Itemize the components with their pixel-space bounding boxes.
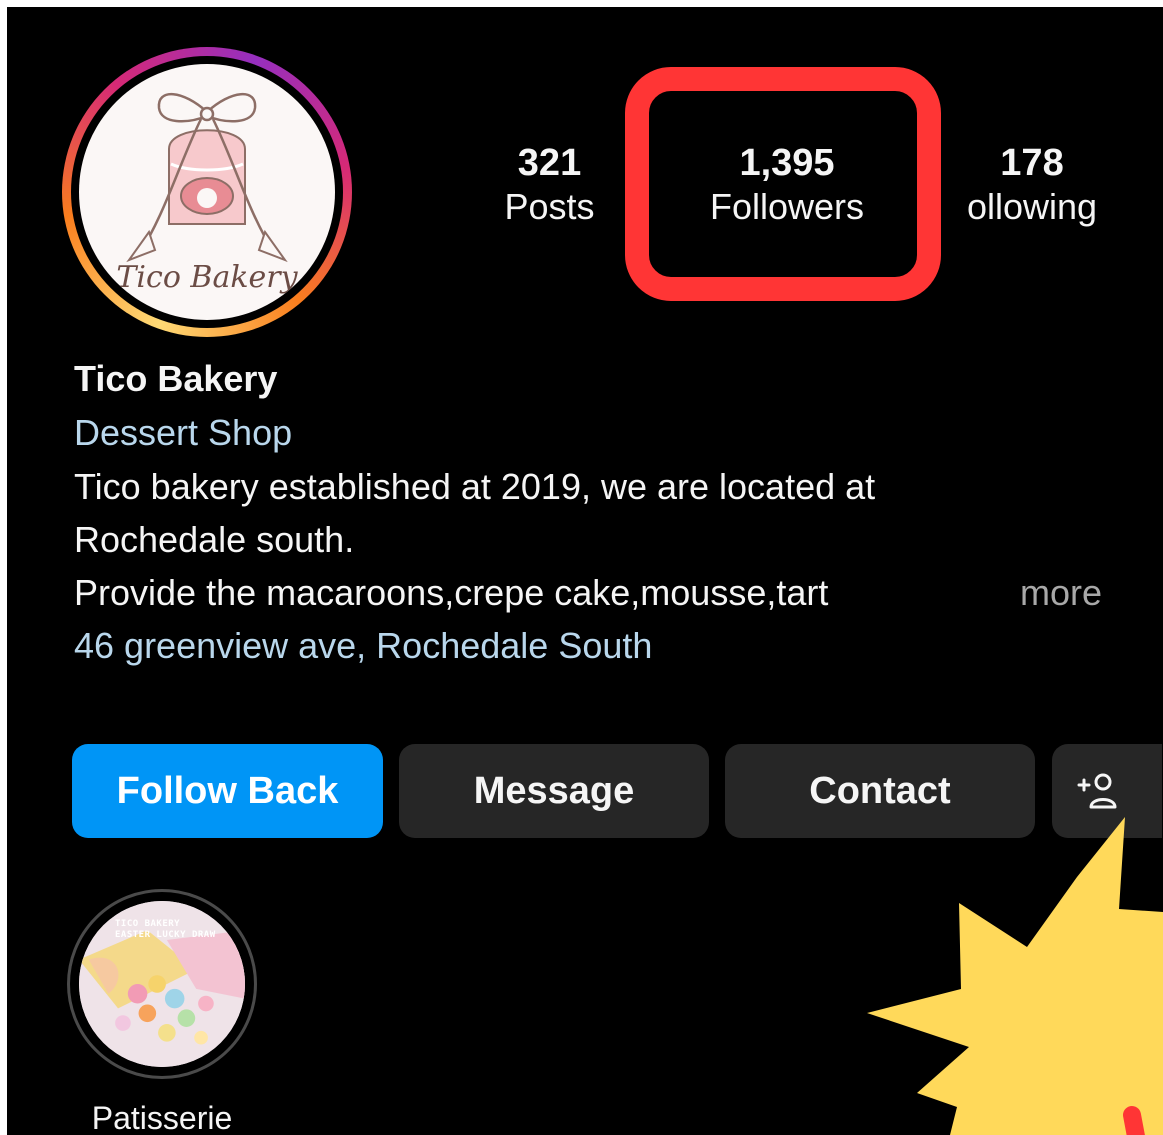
bio-line: Tico bakery established at 2019, we are …: [74, 466, 876, 507]
followers-highlight-box: [625, 67, 941, 301]
avatar-logo-image: Tico Bakery: [79, 64, 335, 320]
bio-line: Provide the macaroons,crepe cake,mousse,…: [74, 572, 829, 613]
profile-category[interactable]: Dessert Shop: [74, 407, 292, 459]
posts-stat[interactable]: 321 Posts: [487, 141, 612, 229]
bio-line: Rochedale south.: [74, 519, 355, 560]
add-person-icon: [1077, 773, 1117, 809]
profile-avatar[interactable]: Tico Bakery: [62, 47, 352, 337]
posts-label: Posts: [504, 186, 595, 227]
follow-back-button[interactable]: Follow Back: [72, 744, 383, 838]
logo-text: Tico Bakery: [116, 260, 298, 295]
message-button[interactable]: Message: [399, 744, 709, 838]
following-label: ollowing: [966, 186, 1098, 227]
profile-address-link[interactable]: 46 greenview ave, Rochedale South: [74, 620, 652, 672]
bio-more-link[interactable]: more: [1020, 567, 1102, 619]
highlight-story-patisserie[interactable]: TICO BAKERY EASTER LUCKY DRAW: [67, 889, 257, 1079]
starburst-decoration: [867, 817, 1163, 1135]
highlight-cover-image: TICO BAKERY EASTER LUCKY DRAW: [79, 901, 245, 1067]
profile-screen: Tico Bakery 321 Posts 1,395 Followers 17…: [7, 7, 1163, 1135]
following-count: 178: [1000, 142, 1064, 184]
highlight-label: Patisserie: [91, 1100, 233, 1135]
posts-count: 321: [517, 142, 582, 184]
following-stat[interactable]: 178 ollowing: [947, 141, 1117, 229]
highlight-cover-text: TICO BAKERY EASTER LUCKY DRAW: [115, 919, 216, 940]
profile-name: Tico Bakery: [74, 358, 278, 399]
